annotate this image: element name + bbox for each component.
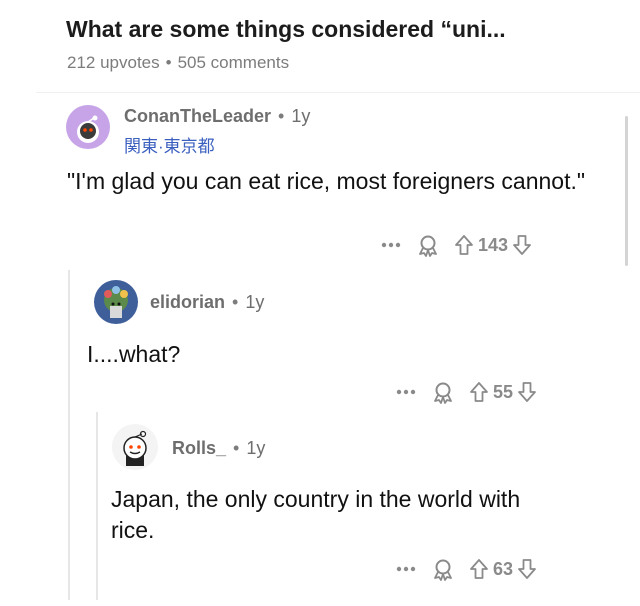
downvote-arrow-icon[interactable] xyxy=(517,558,537,580)
upvote-count: 212 upvotes xyxy=(67,53,160,72)
meta-separator: • xyxy=(233,438,240,458)
comment-body: "I'm glad you can eat rice, most foreign… xyxy=(67,168,586,194)
vote-count: 63 xyxy=(493,558,514,579)
vote-control: 63 xyxy=(469,558,537,580)
comment-author-row: ConanTheLeader • 1y xyxy=(124,106,310,127)
avatar[interactable] xyxy=(66,105,110,149)
vote-count: 55 xyxy=(493,381,514,402)
comment-author[interactable]: ConanTheLeader xyxy=(124,106,271,127)
comment-author-row: Rolls_ • 1y xyxy=(172,438,265,459)
comment-age: 1y xyxy=(291,106,311,126)
more-options-icon[interactable] xyxy=(395,565,417,573)
comment-count[interactable]: 505 comments xyxy=(178,53,290,73)
thread-line xyxy=(96,412,98,600)
post-meta: 212 upvotes • 505 comments xyxy=(67,53,289,73)
downvote-arrow-icon[interactable] xyxy=(517,381,537,403)
post-title[interactable]: What are some things considered “uni... xyxy=(66,16,626,43)
more-options-icon[interactable] xyxy=(395,388,417,396)
award-icon[interactable] xyxy=(431,380,455,404)
comment-age: 1y xyxy=(246,438,266,458)
avatar[interactable] xyxy=(112,424,158,470)
award-icon[interactable] xyxy=(431,557,455,581)
more-options-icon[interactable] xyxy=(380,241,402,249)
avatar[interactable] xyxy=(94,280,138,324)
vote-control: 55 xyxy=(469,381,537,403)
upvote-arrow-icon[interactable] xyxy=(454,234,474,256)
vote-control: 143 xyxy=(454,234,532,256)
upvote-arrow-icon[interactable] xyxy=(469,381,489,403)
comment-body: Japan, the only country in the world wit… xyxy=(111,486,521,543)
user-flair: 関東·東京都 xyxy=(124,137,215,156)
thread-line xyxy=(68,270,70,600)
award-icon[interactable] xyxy=(416,233,440,257)
comment-actions: 55 xyxy=(395,380,537,404)
upvote-arrow-icon[interactable] xyxy=(469,558,489,580)
meta-separator: • xyxy=(232,292,239,312)
header-divider xyxy=(36,92,640,93)
comment-body: I....what? xyxy=(87,341,181,367)
comment-author[interactable]: elidorian xyxy=(150,292,225,313)
comment-actions: 143 xyxy=(380,233,532,257)
meta-separator: • xyxy=(165,53,172,72)
comment-age: 1y xyxy=(245,292,265,312)
scrollbar[interactable] xyxy=(625,116,628,266)
meta-separator: • xyxy=(278,106,285,126)
comment-actions: 63 xyxy=(395,557,537,581)
comment-author[interactable]: Rolls_ xyxy=(172,438,226,459)
vote-count: 143 xyxy=(478,234,509,255)
downvote-arrow-icon[interactable] xyxy=(512,234,532,256)
comment-author-row: elidorian • 1y xyxy=(150,292,264,313)
